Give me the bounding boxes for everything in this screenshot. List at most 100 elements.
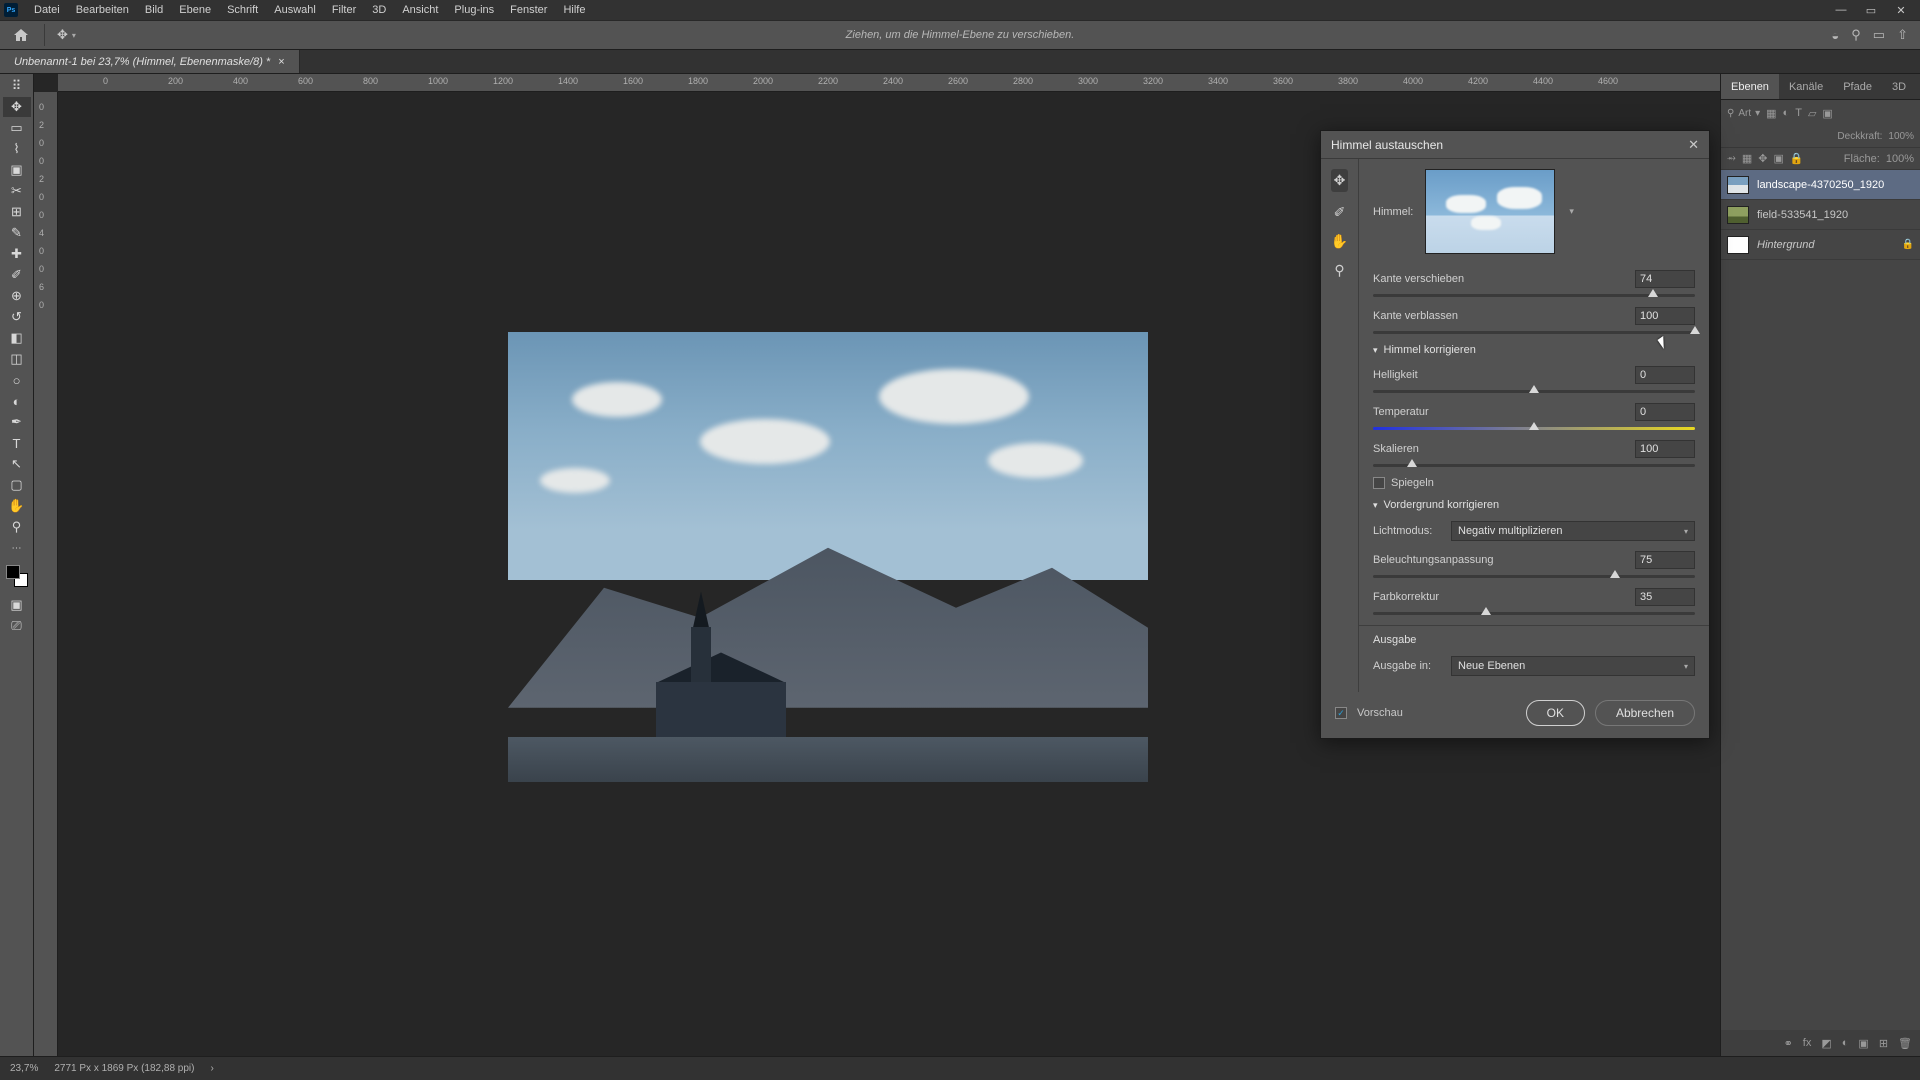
temperature-value[interactable]: 0 (1635, 403, 1695, 421)
layer-item[interactable]: Hintergrund🔒 (1721, 230, 1920, 260)
section-sky-correct[interactable]: ▾Himmel korrigieren (1373, 344, 1695, 356)
close-tab-icon[interactable]: × (278, 56, 284, 68)
opacity-value[interactable]: 100% (1888, 131, 1914, 142)
menu-3d[interactable]: 3D (364, 4, 394, 16)
menu-auswahl[interactable]: Auswahl (266, 4, 324, 16)
screenmode-toggle[interactable]: ⎚ (3, 616, 31, 636)
filter-type-icon[interactable]: T (1795, 107, 1802, 119)
close-window-button[interactable]: ✕ (1886, 4, 1916, 17)
tab-paths[interactable]: Pfade (1833, 74, 1882, 99)
tab-3d[interactable]: 3D (1882, 74, 1916, 99)
section-fg-correct[interactable]: ▾Vordergrund korrigieren (1373, 499, 1695, 511)
layer-mask-icon[interactable]: ◩ (1821, 1037, 1831, 1050)
sky-preset-thumbnail[interactable] (1425, 169, 1555, 254)
new-group-icon[interactable]: ▣ (1858, 1037, 1868, 1050)
layer-filter-dropdown[interactable]: ⚲ Art ▾ (1727, 108, 1760, 119)
shape-tool[interactable]: ▢ (3, 475, 31, 495)
link-layers-icon[interactable]: ⚭ (1784, 1037, 1793, 1050)
lightmode-dropdown[interactable]: Negativ multiplizieren▾ (1451, 521, 1695, 541)
edge-fade-slider[interactable] (1373, 331, 1695, 334)
tab-channels[interactable]: Kanäle (1779, 74, 1833, 99)
filter-adjust-icon[interactable]: ◐ (1783, 107, 1790, 119)
menu-datei[interactable]: Datei (26, 4, 68, 16)
brush-tool[interactable]: ✐ (3, 265, 31, 285)
dialog-close-button[interactable]: ✕ (1688, 137, 1699, 153)
eyedropper-tool[interactable]: ✎ (3, 223, 31, 243)
fill-value[interactable]: 100% (1886, 153, 1914, 165)
menu-filter[interactable]: Filter (324, 4, 364, 16)
healing-tool[interactable]: ✚ (3, 244, 31, 264)
edit-toolbar[interactable]: ⋯ (3, 538, 31, 558)
gradient-tool[interactable]: ◫ (3, 349, 31, 369)
delete-layer-icon[interactable]: 🗑 (1898, 1037, 1912, 1050)
hand-tool[interactable]: ✋ (3, 496, 31, 516)
search-icon[interactable]: ⚲ (1851, 27, 1861, 43)
temperature-slider[interactable] (1373, 427, 1695, 430)
output-to-dropdown[interactable]: Neue Ebenen▾ (1451, 656, 1695, 676)
crop-tool[interactable]: ✂ (3, 181, 31, 201)
dlg-hand-tool[interactable]: ✋ (1331, 233, 1348, 250)
menu-ansicht[interactable]: Ansicht (394, 4, 446, 16)
new-layer-icon[interactable]: ⊞ (1879, 1037, 1888, 1050)
dlg-brush-tool[interactable]: ✐ (1334, 204, 1346, 221)
status-more-icon[interactable]: › (210, 1063, 213, 1074)
layer-fx-icon[interactable]: fx (1803, 1037, 1812, 1049)
ok-button[interactable]: OK (1526, 700, 1585, 726)
cloud-status-icon[interactable]: ◒ (1831, 28, 1839, 43)
marquee-tool[interactable]: ▭ (3, 118, 31, 138)
menu-fenster[interactable]: Fenster (502, 4, 555, 16)
share-icon[interactable]: ⇧ (1897, 27, 1908, 43)
menu-hilfe[interactable]: Hilfe (555, 4, 593, 16)
stamp-tool[interactable]: ⊕ (3, 286, 31, 306)
light-adj-value[interactable]: 75 (1635, 551, 1695, 569)
dialog-titlebar[interactable]: Himmel austauschen ✕ (1321, 131, 1709, 159)
brightness-slider[interactable] (1373, 390, 1695, 393)
flip-checkbox[interactable] (1373, 477, 1385, 489)
menu-ebene[interactable]: Ebene (171, 4, 219, 16)
color-adj-value[interactable]: 35 (1635, 588, 1695, 606)
tab-layers[interactable]: Ebenen (1721, 74, 1779, 99)
dlg-move-tool[interactable]: ✥ (1331, 169, 1349, 192)
dlg-zoom-tool[interactable]: ⚲ (1334, 262, 1344, 279)
scale-slider[interactable] (1373, 464, 1695, 467)
edge-fade-value[interactable]: 100 (1635, 307, 1695, 325)
layer-item[interactable]: field-533541_1920 (1721, 200, 1920, 230)
zoom-level[interactable]: 23,7% (10, 1063, 38, 1074)
path-select-tool[interactable]: ↖ (3, 454, 31, 474)
blur-tool[interactable]: ○ (3, 370, 31, 390)
color-adj-slider[interactable] (1373, 612, 1695, 615)
layer-item[interactable]: landscape-4370250_1920 (1721, 170, 1920, 200)
lasso-tool[interactable]: ⌇ (3, 139, 31, 159)
grip-icon[interactable]: ⠿ (3, 76, 31, 96)
move-tool[interactable]: ✥ (3, 97, 31, 117)
scale-value[interactable]: 100 (1635, 440, 1695, 458)
history-brush-tool[interactable]: ↺ (3, 307, 31, 327)
quickmask-toggle[interactable]: ▣ (3, 595, 31, 615)
new-adjust-icon[interactable]: ◐ (1842, 1037, 1849, 1049)
home-button[interactable] (8, 24, 34, 46)
workspace-icon[interactable]: ▭ (1873, 27, 1885, 43)
document-tab[interactable]: Unbenannt-1 bei 23,7% (Himmel, Ebenenmas… (0, 50, 300, 73)
menu-schrift[interactable]: Schrift (219, 4, 266, 16)
color-swatches[interactable] (6, 565, 28, 587)
light-adj-slider[interactable] (1373, 575, 1695, 578)
lock-all-icon[interactable]: 🔒 (1790, 152, 1804, 165)
filter-pixel-icon[interactable]: ▦ (1766, 107, 1776, 120)
object-select-tool[interactable]: ▣ (3, 160, 31, 180)
lock-pixels-icon[interactable]: ▦ (1742, 152, 1752, 165)
dodge-tool[interactable]: ◐ (3, 391, 31, 411)
lock-position-icon[interactable]: ✥ (1758, 152, 1767, 165)
filter-smart-icon[interactable]: ▣ (1822, 107, 1832, 120)
preview-checkbox[interactable]: ✓ (1335, 707, 1347, 719)
maximize-button[interactable]: ▭ (1856, 4, 1886, 17)
frame-tool[interactable]: ⊞ (3, 202, 31, 222)
menu-bearbeiten[interactable]: Bearbeiten (68, 4, 137, 16)
cancel-button[interactable]: Abbrechen (1595, 700, 1695, 726)
minimize-button[interactable]: — (1826, 4, 1856, 17)
menu-bild[interactable]: Bild (137, 4, 171, 16)
type-tool[interactable]: T (3, 433, 31, 453)
pen-tool[interactable]: ✒ (3, 412, 31, 432)
eraser-tool[interactable]: ◧ (3, 328, 31, 348)
brightness-value[interactable]: 0 (1635, 366, 1695, 384)
menu-plug-ins[interactable]: Plug-ins (446, 4, 502, 16)
